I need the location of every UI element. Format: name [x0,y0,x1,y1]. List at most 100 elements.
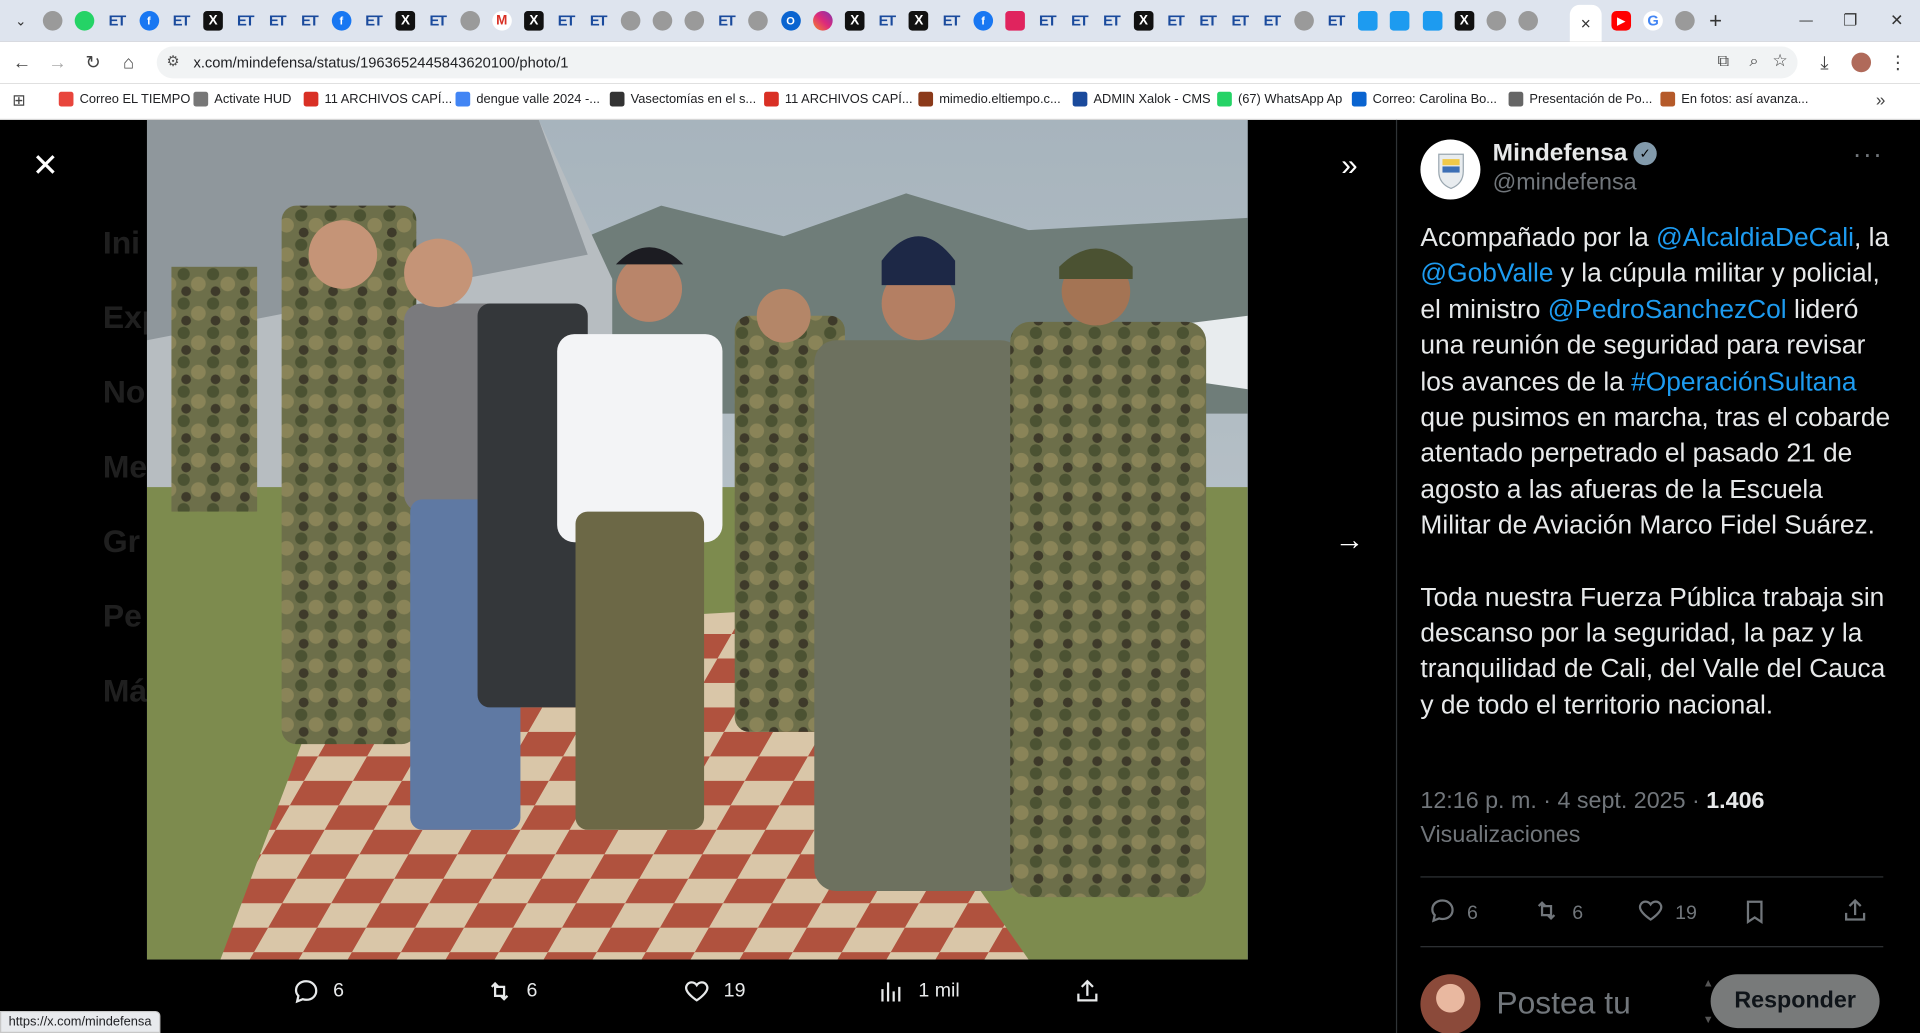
new-tab-button[interactable]: + [1700,7,1732,34]
viewer-repost-button[interactable]: 6 [485,977,537,1006]
browser-tab[interactable] [1416,7,1448,34]
bookmark-item[interactable]: 11 ARCHIVOS CAPÍ... [764,91,913,107]
back-button[interactable]: ← [10,50,34,74]
reply-button[interactable]: 6 [1428,897,1478,930]
browser-tab[interactable] [1288,7,1320,34]
browser-tab[interactable]: ET [293,7,325,34]
browser-tab[interactable]: ET [1192,7,1224,34]
tweet-photo[interactable] [146,119,1248,960]
mention-link[interactable]: @PedroSanchezCol [1548,295,1787,324]
browser-tab[interactable]: ET [261,7,293,34]
bookmark-button[interactable] [1741,897,1778,932]
browser-tab[interactable]: ET [229,7,261,34]
browser-tab[interactable] [743,7,775,34]
address-bar[interactable]: ⚙ x.com/mindefensa/status/19636524458436… [156,46,1798,79]
bookmark-item[interactable]: Correo EL TIEMPO [58,91,190,107]
install-app-icon[interactable]: ⧉ [1718,51,1729,71]
bookmark-item[interactable]: dengue valle 2024 -... [455,91,600,107]
browser-tab[interactable]: ET [1063,7,1095,34]
browser-tab[interactable]: ET [165,7,197,34]
browser-tab[interactable]: ET [1031,7,1063,34]
downloads-button[interactable]: ⤓ [1812,50,1836,74]
bookmark-item[interactable]: Vasectomías en el s... [609,91,756,107]
browser-tab[interactable] [1480,7,1512,34]
viewer-share-button[interactable] [1073,977,1115,1006]
browser-tab[interactable] [37,7,69,34]
tweet-timestamp[interactable]: 12:16 p. m. · 4 sept. 2025 · [1420,788,1706,814]
browser-tab[interactable]: ▶ [1605,7,1637,34]
browser-tab[interactable]: X [839,7,871,34]
browser-tab[interactable]: ET [935,7,967,34]
browser-tab[interactable] [69,7,101,34]
browser-tab[interactable]: f [325,7,357,34]
browser-tab[interactable] [646,7,678,34]
user-avatar[interactable] [1420,974,1481,1033]
browser-tab[interactable] [1352,7,1384,34]
reply-input[interactable]: Postea tu [1496,984,1631,1022]
minimize-button[interactable]: — [1790,7,1822,34]
profile-button[interactable] [1849,50,1873,74]
browser-tab[interactable]: ET [1320,7,1352,34]
browser-tab[interactable]: X [390,7,422,34]
browser-tab[interactable]: ET [710,7,742,34]
browser-tab[interactable]: ET [550,7,582,34]
mention-link[interactable]: @AlcaldiaDeCali [1656,223,1854,252]
browser-tab[interactable]: ET [358,7,390,34]
browser-tab[interactable]: X [1128,7,1160,34]
browser-tab[interactable]: ET [101,7,133,34]
bookmark-item[interactable]: 11 ARCHIVOS CAPÍ... [303,91,452,107]
browser-tab[interactable] [1512,7,1544,34]
browser-tab[interactable] [1384,7,1416,34]
viewer-reply-button[interactable]: 6 [291,977,344,1006]
browser-tab[interactable]: f [967,7,999,34]
browser-tab[interactable]: ET [1256,7,1288,34]
browser-tab[interactable]: f [133,7,165,34]
browser-tab[interactable]: ET [1095,7,1127,34]
author-name[interactable]: Mindefensa ✓ [1493,140,1657,168]
site-info-icon[interactable]: ⚙ [167,53,180,70]
restore-button[interactable]: ❐ [1834,7,1866,34]
browser-tab[interactable] [807,7,839,34]
bookmark-item[interactable]: (67) WhatsApp Ap [1217,91,1342,107]
menu-button[interactable]: ⋮ [1886,50,1910,74]
author-handle[interactable]: @mindefensa [1493,170,1637,197]
bookmark-item[interactable]: ADMIN Xalok - CMS [1072,91,1211,107]
close-viewer-button[interactable]: ✕ [22,142,69,189]
mention-link[interactable]: @GobValle [1420,259,1553,288]
next-photo-button[interactable]: → [1326,518,1373,565]
bookmark-item[interactable]: Activate HUD [193,91,291,107]
collapse-panel-button[interactable]: » [1326,143,1373,190]
browser-tab[interactable] [678,7,710,34]
viewer-like-button[interactable]: 19 [682,977,745,1006]
browser-tab[interactable]: ET [1160,7,1192,34]
forward-button[interactable]: → [45,50,69,74]
browser-tab[interactable] [999,7,1031,34]
browser-tab[interactable]: O [775,7,807,34]
active-tab[interactable]: × [1569,4,1602,42]
repost-button[interactable]: 6 [1531,897,1583,930]
browser-tab[interactable]: M [486,7,518,34]
close-tab-icon[interactable]: × [1581,13,1591,33]
tab-list-dropdown[interactable]: ⌄ [5,7,37,34]
bookmark-item[interactable]: En fotos: así avanza... [1660,91,1808,107]
browser-tab[interactable]: ET [871,7,903,34]
browser-tab[interactable]: X [518,7,550,34]
browser-tab[interactable]: ET [1224,7,1256,34]
more-bookmarks-icon[interactable]: » [1876,89,1886,109]
bookmark-item[interactable]: Correo: Carolina Bo... [1351,91,1497,107]
home-button[interactable]: ⌂ [116,50,140,74]
browser-tab[interactable] [1669,7,1701,34]
browser-tab[interactable]: ET [422,7,454,34]
viewer-views-button[interactable]: 1 mil [877,977,960,1006]
browser-tab[interactable]: ET [582,7,614,34]
reload-button[interactable]: ↻ [81,50,105,74]
author-avatar[interactable] [1420,139,1481,200]
apps-grid-icon[interactable]: ⊞ [12,91,25,111]
browser-tab[interactable]: G [1637,7,1669,34]
hashtag-link[interactable]: #OperaciónSultana [1631,367,1856,396]
bookmark-item[interactable]: Presentación de Po... [1508,91,1652,107]
browser-tab[interactable] [614,7,646,34]
zoom-icon[interactable]: ⌕ [1749,51,1758,71]
browser-tab[interactable]: X [1448,7,1480,34]
bookmark-star-icon[interactable]: ☆ [1772,50,1787,71]
